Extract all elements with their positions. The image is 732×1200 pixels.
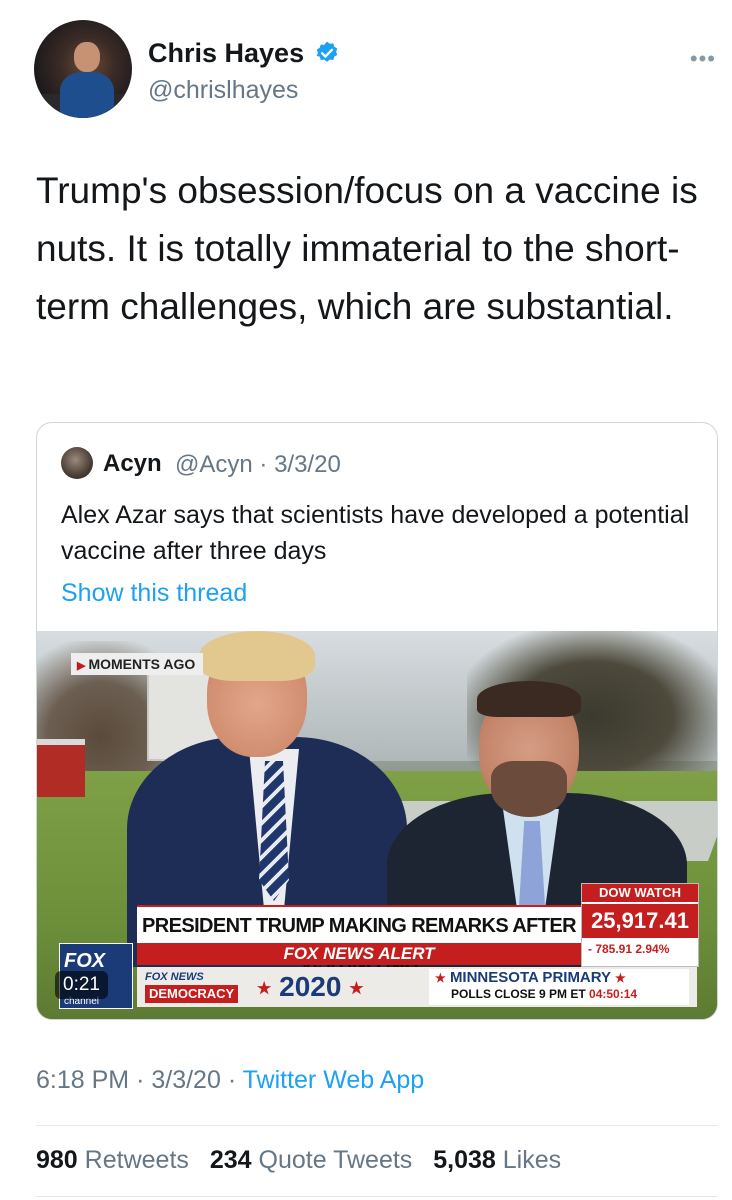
fire-truck (37, 739, 85, 797)
tweet-meta: 6:18 PM · 3/3/20 · Twitter Web App (36, 1066, 424, 1095)
meta-separator: · (227, 1066, 237, 1094)
lower-info-strip: FOX NEWS DEMOCRACY ★ 2020 ★ ★ MINNESOTA … (137, 967, 697, 1007)
quoted-tweet-text: Alex Azar says that scientists have deve… (61, 501, 690, 565)
quoted-author-handle[interactable]: @Acyn (175, 451, 253, 478)
more-options-icon[interactable]: ••• (690, 46, 716, 72)
video-player[interactable]: ▶ MOMENTS AGO DOW WATCH 25,917.41 - 785.9… (37, 631, 717, 1019)
moments-ago-tag: ▶ MOMENTS AGO (71, 653, 204, 675)
dow-change: - 785.91 2.94% (588, 942, 670, 956)
dow-label: DOW WATCH (582, 884, 698, 902)
quoted-author-avatar[interactable] (61, 447, 93, 479)
tweet-header: Chris Hayes @chrislhayes ••• (34, 20, 716, 120)
dow-value: 25,917.41 (582, 904, 698, 938)
tweet-source-link[interactable]: Twitter Web App (243, 1066, 425, 1094)
meta-separator: · (259, 451, 268, 478)
democracy-badge: FOX NEWS DEMOCRACY (145, 971, 251, 1003)
dow-watch-box: DOW WATCH 25,917.41 - 785.91 2.94% (581, 883, 699, 967)
author-display-name[interactable]: Chris Hayes (148, 38, 304, 69)
quote-tweets-stat[interactable]: 234 Quote Tweets (210, 1146, 412, 1174)
quoted-tweet-meta: @Acyn · 3/3/20 (175, 451, 341, 479)
star-icon: ★ (435, 971, 446, 985)
fox-news-alert: FOX NEWS ALERT (137, 943, 581, 965)
verified-badge-icon (316, 41, 338, 62)
countdown-timer: 04:50:14 (589, 987, 638, 1001)
video-elapsed-time: 0:21 (55, 971, 108, 999)
quoted-tweet-date[interactable]: 3/3/20 (274, 451, 341, 478)
tweet-date[interactable]: 3/3/20 (151, 1066, 221, 1094)
divider (36, 1125, 718, 1126)
quoted-author-name[interactable]: Acyn (103, 450, 162, 478)
show-thread-link[interactable]: Show this thread (61, 579, 247, 608)
star-icon: ★ (257, 980, 272, 998)
author-avatar[interactable] (34, 20, 132, 118)
primary-box: ★ MINNESOTA PRIMARY ★ POLLS CLOSE 9 PM E… (429, 969, 689, 1005)
play-triangle-icon: ▶ (77, 660, 86, 672)
meta-separator: · (136, 1066, 145, 1094)
tweet-text: Trump's obsession/focus on a vaccine is … (36, 170, 698, 327)
tweet-stats: 980 Retweets 234 Quote Tweets 5,038 Like… (36, 1146, 575, 1175)
author-handle[interactable]: @chrislhayes (148, 76, 298, 105)
news-headline: PRESIDENT TRUMP MAKING REMARKS AFTER VIS… (137, 905, 581, 975)
likes-stat[interactable]: 5,038 Likes (433, 1146, 561, 1174)
year-badge: ★ 2020 ★ (257, 971, 364, 1002)
divider (36, 1196, 718, 1197)
star-icon: ★ (614, 971, 626, 985)
retweets-stat[interactable]: 980 Retweets (36, 1146, 189, 1174)
tweet-time[interactable]: 6:18 PM (36, 1066, 129, 1094)
quoted-tweet-card[interactable]: Acyn @Acyn · 3/3/20 Alex Azar says that … (36, 422, 718, 1020)
star-icon: ★ (349, 980, 364, 998)
